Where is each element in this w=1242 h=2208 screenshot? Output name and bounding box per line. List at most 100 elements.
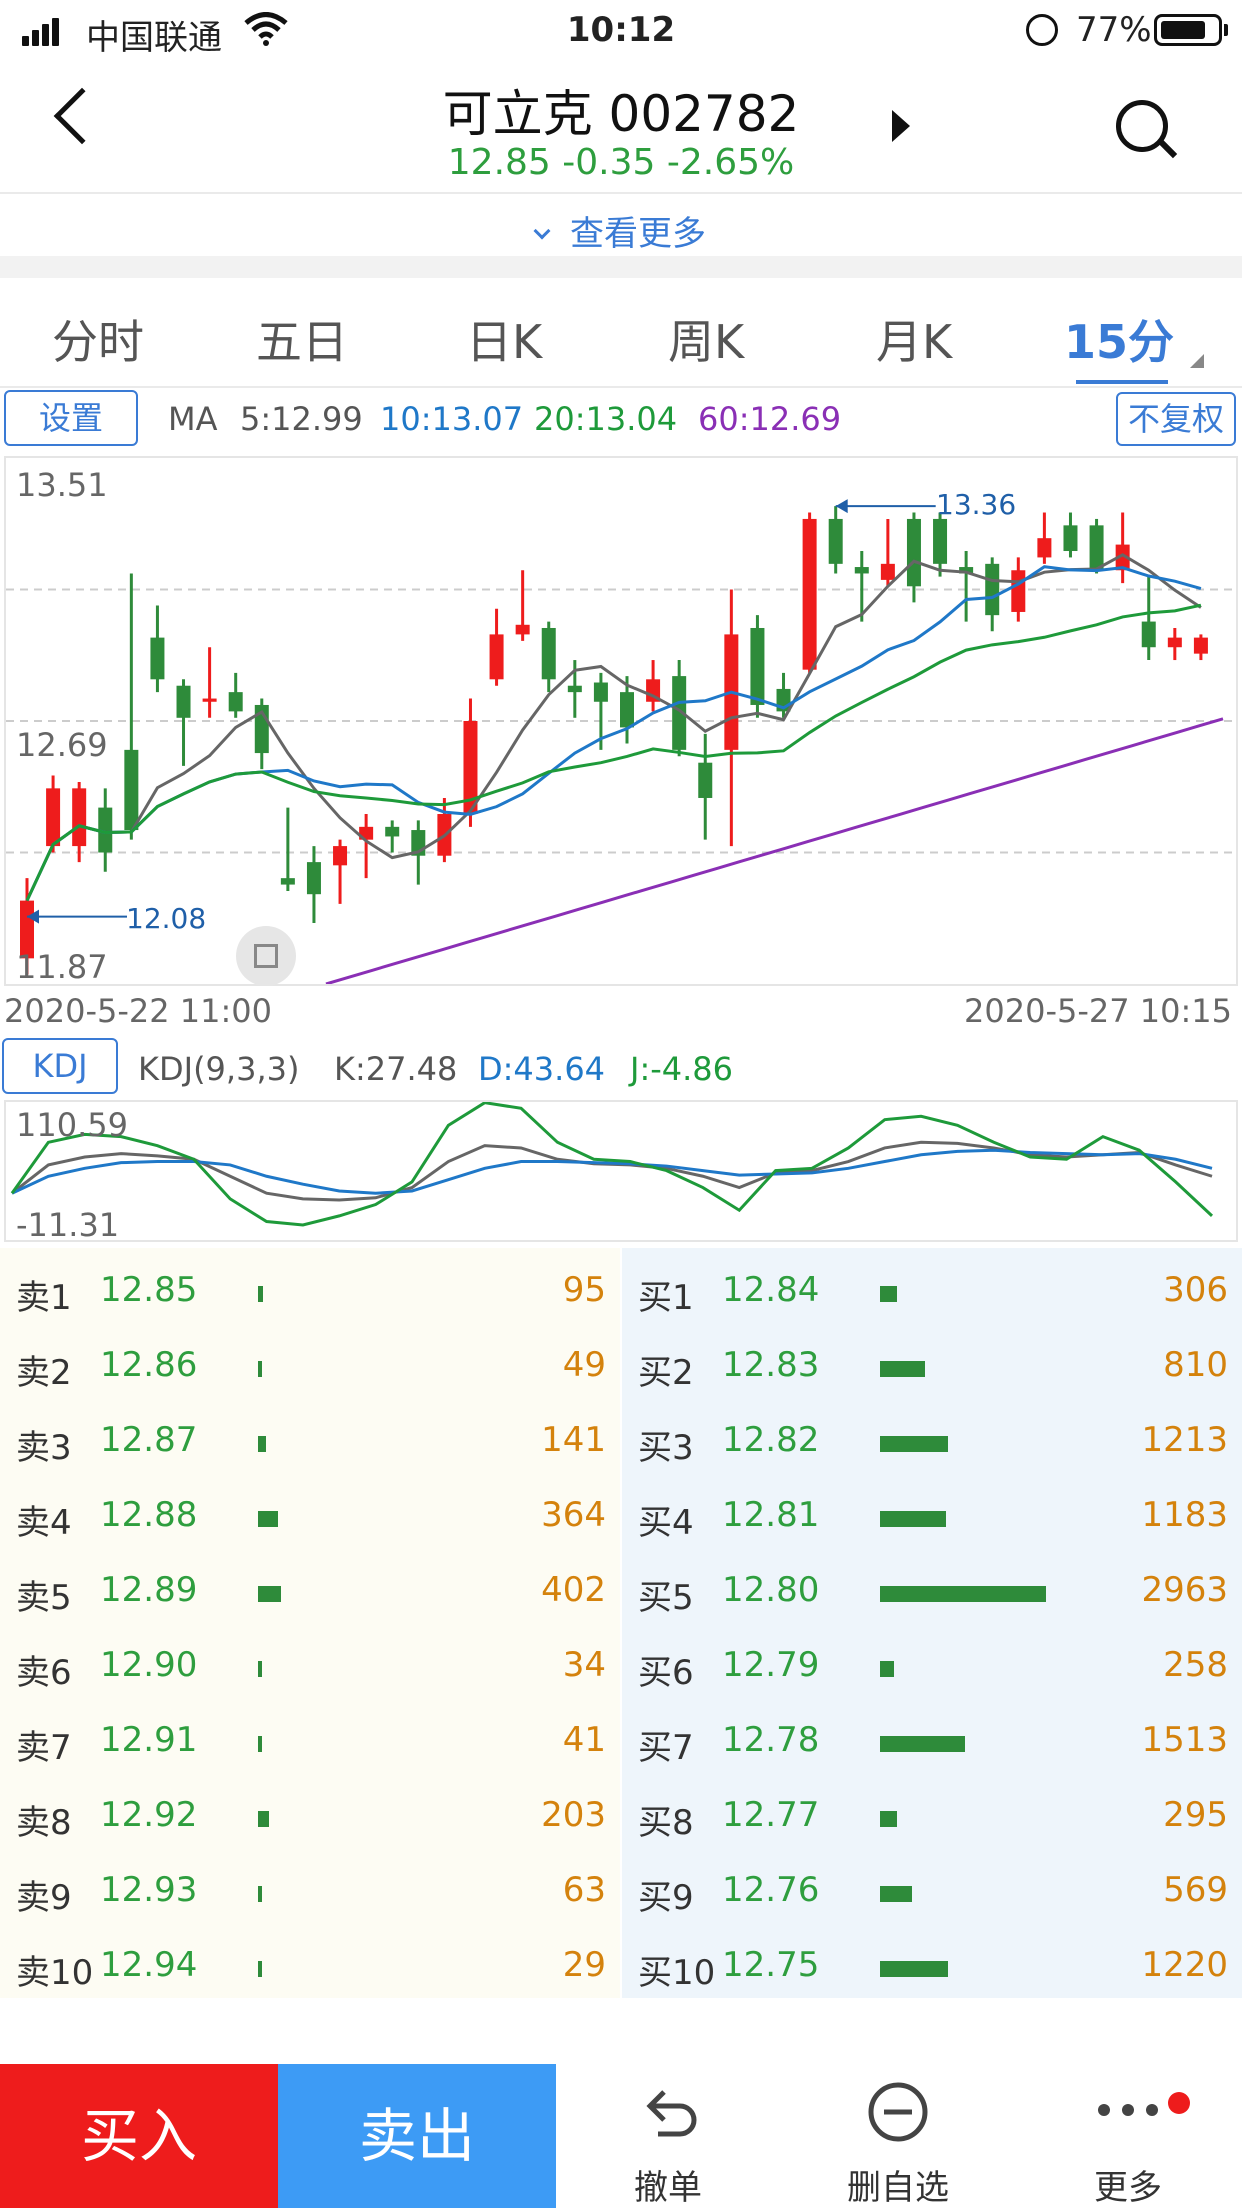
order-volume: 203 — [541, 1795, 606, 1835]
bid-row[interactable]: 买2 12.83 810 — [622, 1345, 1242, 1420]
y-axis-top: 13.51 — [16, 466, 108, 504]
chart-end-time: 2020-5-27 10:15 — [964, 992, 1232, 1030]
order-price: 12.90 — [100, 1645, 198, 1685]
order-level-label: 卖7 — [16, 1728, 72, 1768]
ask-row[interactable]: 卖7 12.91 41 — [0, 1720, 620, 1795]
order-price: 12.89 — [100, 1570, 198, 1610]
bid-row[interactable]: 买1 12.84 306 — [622, 1270, 1242, 1345]
divider — [0, 192, 1242, 194]
ask-row[interactable]: 卖1 12.85 95 — [0, 1270, 620, 1345]
candle-body — [280, 878, 295, 885]
tab-weekly-k[interactable]: 周K — [668, 306, 744, 372]
ask-row[interactable]: 卖3 12.87 141 — [0, 1420, 620, 1495]
next-stock-icon[interactable] — [892, 110, 910, 142]
bid-row[interactable]: 买7 12.78 1513 — [622, 1720, 1242, 1795]
tab-intraday[interactable]: 分时 — [52, 306, 144, 372]
order-volume: 34 — [562, 1645, 606, 1685]
volume-bar — [258, 1436, 266, 1452]
candle-body — [306, 862, 321, 895]
candle-body — [489, 634, 504, 680]
volume-bar — [258, 1661, 262, 1677]
candle-body — [202, 698, 217, 702]
order-volume: 306 — [1163, 1270, 1228, 1310]
ask-row[interactable]: 卖2 12.86 49 — [0, 1345, 620, 1420]
bid-row[interactable]: 买3 12.82 1213 — [622, 1420, 1242, 1495]
ask-row[interactable]: 卖8 12.92 203 — [0, 1795, 620, 1870]
volume-bar — [258, 1286, 264, 1302]
order-level-label: 卖1 — [16, 1278, 72, 1318]
buy-button[interactable]: 买入 — [0, 2064, 278, 2208]
bid-row[interactable]: 买10 12.75 1220 — [622, 1945, 1242, 2020]
order-volume: 1220 — [1141, 1945, 1228, 1985]
tab-dropdown-corner-icon[interactable] — [1190, 354, 1204, 368]
chevron-down-icon — [533, 222, 551, 240]
bid-row[interactable]: 买8 12.77 295 — [622, 1795, 1242, 1870]
ask-row[interactable]: 卖4 12.88 364 — [0, 1495, 620, 1570]
volume-bar — [880, 1511, 947, 1527]
order-volume: 95 — [562, 1270, 606, 1310]
kdj-d-value: D:43.64 — [478, 1050, 606, 1088]
chart-start-time: 2020-5-22 11:00 — [4, 992, 272, 1030]
order-volume: 364 — [541, 1495, 606, 1535]
high-marker-label: 13.36 — [936, 488, 1017, 521]
bid-row[interactable]: 买5 12.80 2963 — [622, 1570, 1242, 1645]
ask-row[interactable]: 卖6 12.90 34 — [0, 1645, 620, 1720]
candle-body — [150, 637, 165, 680]
volume-bar — [880, 1586, 1046, 1602]
candle-body — [1011, 570, 1026, 612]
battery-percent: 77% — [1076, 10, 1152, 50]
ask-row[interactable]: 卖9 12.93 63 — [0, 1870, 620, 1945]
tab-15-minute[interactable]: 15分 — [1064, 306, 1174, 372]
remove-watchlist-button[interactable]: 删自选 — [798, 2064, 998, 2208]
bid-row[interactable]: 买6 12.79 258 — [622, 1645, 1242, 1720]
candle-body — [1167, 637, 1182, 648]
cancel-order-label: 撤单 — [634, 2168, 702, 2208]
kline-chart[interactable]: 13.51 12.69 11.87 13.36 12.08 — [4, 456, 1238, 986]
adjust-button[interactable]: 不复权 — [1116, 392, 1236, 446]
candle-body — [933, 518, 948, 564]
order-level-label: 卖3 — [16, 1428, 72, 1468]
candle-body — [176, 685, 191, 718]
order-level-label: 买3 — [638, 1428, 694, 1468]
cancel-order-button[interactable]: 撤单 — [568, 2064, 768, 2208]
high-marker-head — [835, 499, 848, 514]
order-level-label: 卖9 — [16, 1878, 72, 1918]
order-volume: 2963 — [1141, 1570, 1228, 1610]
kdj-svg — [10, 1102, 1214, 1227]
candle-body — [567, 685, 582, 693]
volume-bar — [258, 1886, 262, 1902]
sell-button[interactable]: 卖出 — [278, 2064, 556, 2208]
candle-body — [385, 826, 400, 837]
more-button[interactable]: 更多 — [1028, 2064, 1228, 2208]
remove-watchlist-label: 删自选 — [847, 2168, 949, 2208]
bid-row[interactable]: 买9 12.76 569 — [622, 1870, 1242, 1945]
candle-body — [854, 567, 869, 574]
tab-monthly-k[interactable]: 月K — [876, 306, 952, 372]
tab-daily-k[interactable]: 日K — [466, 306, 542, 372]
view-more-link[interactable]: 查看更多 — [0, 206, 1242, 255]
order-price: 12.92 — [100, 1795, 198, 1835]
stock-quote: 12.85 -0.35 -2.65% — [447, 142, 795, 183]
volume-bar — [880, 1961, 949, 1977]
order-level-label: 卖4 — [16, 1503, 72, 1543]
ask-row[interactable]: 卖10 12.94 29 — [0, 1945, 620, 2020]
kdj-params: KDJ(9,3,3) — [138, 1050, 300, 1088]
order-volume: 1183 — [1141, 1495, 1228, 1535]
tab-five-day[interactable]: 五日 — [256, 306, 348, 372]
bid-row[interactable]: 买4 12.81 1183 — [622, 1495, 1242, 1570]
settings-button[interactable]: 设置 — [4, 390, 138, 446]
order-level-label: 买7 — [638, 1728, 694, 1768]
order-price: 12.77 — [722, 1795, 820, 1835]
ask-row[interactable]: 卖5 12.89 402 — [0, 1570, 620, 1645]
order-volume: 569 — [1163, 1870, 1228, 1910]
order-price: 12.83 — [722, 1345, 820, 1385]
minus-circle-icon — [868, 2082, 928, 2142]
candle-body — [1141, 621, 1156, 648]
kdj-y-bottom: -11.31 — [16, 1206, 120, 1244]
order-price: 12.86 — [100, 1345, 198, 1385]
kdj-chart[interactable]: 110.59 -11.31 — [4, 1100, 1238, 1244]
fullscreen-icon[interactable] — [236, 926, 296, 986]
order-level-label: 卖8 — [16, 1803, 72, 1843]
order-price: 12.79 — [722, 1645, 820, 1685]
kdj-button[interactable]: KDJ — [2, 1038, 118, 1094]
